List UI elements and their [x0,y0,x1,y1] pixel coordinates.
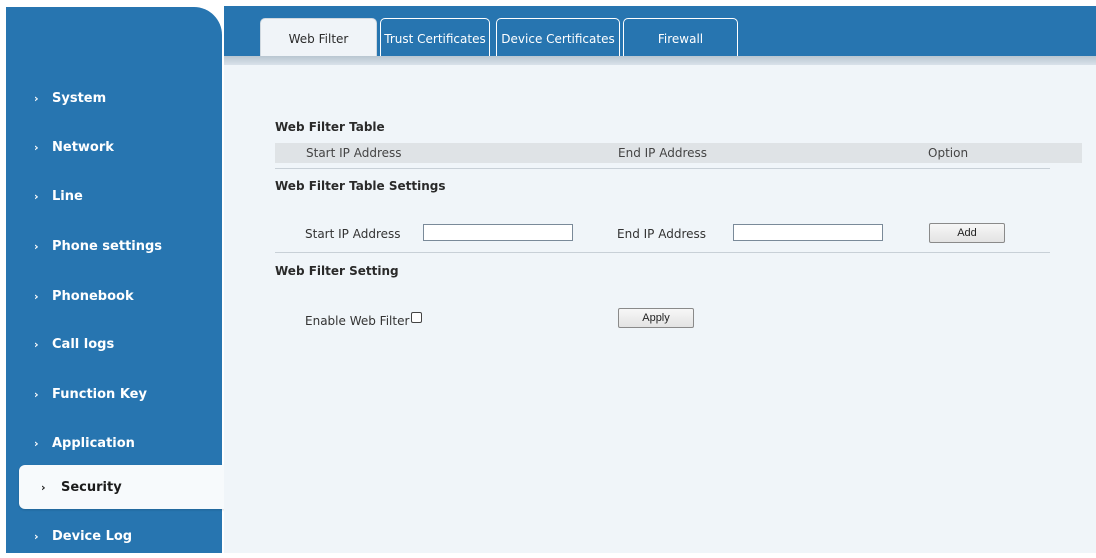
chevron-right-icon: › [34,239,39,253]
start-ip-label: Start IP Address [305,227,401,241]
tab-firewall[interactable]: Firewall [623,18,738,58]
sidebar-item-security[interactable]: › Security [19,465,226,509]
end-ip-input[interactable] [733,224,883,241]
chevron-right-icon: › [41,480,46,494]
sidebar-item-label: Security [61,479,122,495]
sidebar-item-system[interactable]: › System [6,76,222,120]
sidebar-item-device-log[interactable]: › Device Log [6,514,222,558]
web-filter-table-title: Web Filter Table [275,120,385,134]
sidebar-item-label: Function Key [52,386,147,402]
sidebar: › System › Network › Line › Phone settin… [6,7,226,553]
enable-web-filter-label: Enable Web Filter [305,314,410,328]
column-start-ip: Start IP Address [306,146,402,160]
sidebar-item-function-key[interactable]: › Function Key [6,372,222,416]
start-ip-input[interactable] [423,224,573,241]
tab-trust-certificates[interactable]: Trust Certificates [380,18,490,58]
web-filter-setting-title: Web Filter Setting [275,264,399,278]
tab-web-filter[interactable]: Web Filter [260,18,377,58]
sidebar-item-label: Phone settings [52,238,163,254]
sidebar-item-phone-settings[interactable]: › Phone settings [6,224,222,268]
sidebar-item-line[interactable]: › Line [6,174,222,218]
divider [275,168,1050,169]
sidebar-item-label: Application [52,435,135,451]
sidebar-item-network[interactable]: › Network [6,125,222,169]
main-content: Web Filter Table Start IP Address End IP… [224,65,1096,553]
sidebar-item-call-logs[interactable]: › Call logs [6,322,222,366]
chevron-right-icon: › [34,387,39,401]
chevron-right-icon: › [34,436,39,450]
sidebar-item-label: Phonebook [52,288,134,304]
tab-device-certificates[interactable]: Device Certificates [496,18,620,58]
column-option: Option [928,146,969,160]
sidebar-item-phonebook[interactable]: › Phonebook [6,274,222,318]
chevron-right-icon: › [34,140,39,154]
tab-underline [224,56,1096,65]
apply-button[interactable]: Apply [618,308,694,328]
chevron-right-icon: › [34,337,39,351]
sidebar-item-label: Call logs [52,336,115,352]
web-filter-table-header: Start IP Address End IP Address Option [275,143,1082,163]
sidebar-item-label: Network [52,139,114,155]
sidebar-item-application[interactable]: › Application [6,421,222,465]
chevron-right-icon: › [34,91,39,105]
chevron-right-icon: › [34,529,39,543]
enable-web-filter-checkbox[interactable] [411,312,422,323]
end-ip-label: End IP Address [617,227,706,241]
chevron-right-icon: › [34,189,39,203]
web-filter-table-settings-title: Web Filter Table Settings [275,179,446,193]
sidebar-item-label: System [52,90,107,106]
tab-bar: Web Filter Trust Certificates Device Cer… [224,6,1096,58]
column-end-ip: End IP Address [618,146,707,160]
sidebar-item-label: Device Log [52,528,133,544]
add-button[interactable]: Add [929,223,1005,243]
divider [275,252,1050,253]
chevron-right-icon: › [34,289,39,303]
sidebar-item-label: Line [52,188,83,204]
